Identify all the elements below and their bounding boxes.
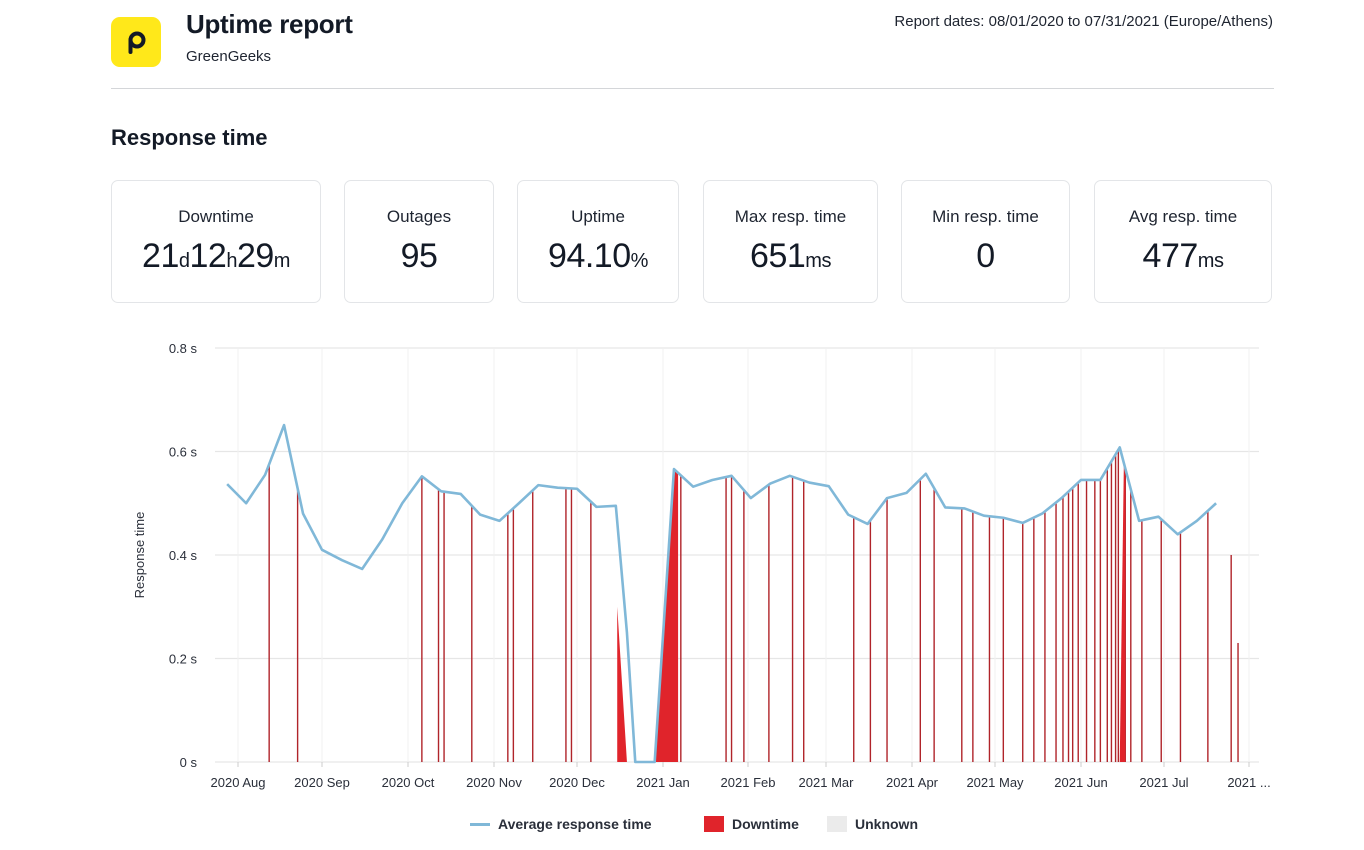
x-tick-label: 2021 Jan xyxy=(636,775,690,790)
x-tick-label: 2020 Oct xyxy=(382,775,435,790)
header-divider xyxy=(111,88,1274,89)
y-tick-label: 0.6 s xyxy=(169,445,198,460)
x-tick-label: 2021 Mar xyxy=(799,775,855,790)
legend-label: Average response time xyxy=(498,816,652,832)
chart-legend: Average response time Downtime Unknown xyxy=(0,816,1364,836)
legend-line-swatch xyxy=(470,822,490,826)
x-tick-label: 2021 Jun xyxy=(1054,775,1108,790)
stat-label: Outages xyxy=(386,207,452,226)
stat-label: Avg resp. time xyxy=(1128,207,1238,226)
average-response-line xyxy=(226,423,1217,764)
stat-unit: % xyxy=(630,250,649,272)
stat-label: Uptime xyxy=(571,207,625,226)
x-tick-label: 2021 Feb xyxy=(721,775,776,790)
y-tick-label: 0.8 s xyxy=(169,341,198,356)
stat-value: 651ms xyxy=(704,237,877,276)
stat-unit: m xyxy=(273,250,291,272)
report-title: Uptime report xyxy=(186,9,353,39)
stat-number: 21 xyxy=(142,237,179,275)
stat-card-max-resp-time: Max resp. time 651ms xyxy=(703,180,878,303)
x-tick-label: 2020 Dec xyxy=(549,775,605,790)
stat-unit: h xyxy=(226,250,237,272)
stat-value: 477ms xyxy=(1095,237,1271,276)
y-tick-label: 0.4 s xyxy=(169,548,198,563)
stat-number: 651 xyxy=(750,237,806,275)
stat-number: 94.10 xyxy=(548,237,631,275)
stat-label: Min resp. time xyxy=(932,207,1039,226)
x-tick-label: 2021 Apr xyxy=(886,775,939,790)
stat-card-outages: Outages 95 xyxy=(344,180,494,303)
legend-label: Downtime xyxy=(732,816,799,832)
stat-number: 12 xyxy=(189,237,227,275)
legend-box-swatch xyxy=(827,816,847,832)
stat-card-min-resp-time: Min resp. time 0 xyxy=(901,180,1070,303)
stat-label: Downtime xyxy=(178,207,254,226)
stat-number: 29 xyxy=(236,237,274,275)
x-tick-label: 2021 ... xyxy=(1227,775,1270,790)
x-tick-label: 2021 Jul xyxy=(1139,775,1188,790)
stat-label: Max resp. time xyxy=(734,207,847,226)
app-logo xyxy=(111,17,161,67)
downtime-area xyxy=(1119,461,1126,762)
stat-unit: ms xyxy=(1197,250,1224,272)
stat-value: 95 xyxy=(345,237,493,276)
legend-label: Unknown xyxy=(855,816,918,832)
legend-item-average[interactable]: Average response time xyxy=(470,816,652,832)
x-tick-label: 2020 Sep xyxy=(294,775,350,790)
stat-value: 21d12h29m xyxy=(112,237,320,276)
y-tick-label: 0.2 s xyxy=(169,652,198,667)
report-dates: Report dates: 08/01/2020 to 07/31/2021 (… xyxy=(894,13,1273,30)
x-tick-label: 2021 May xyxy=(966,775,1024,790)
x-tick-label: 2020 Nov xyxy=(466,775,522,790)
response-time-chart: 0 s 0.2 s 0.4 s 0.6 s 0.8 s 2020 Aug 2020 Sep 2… xyxy=(132,341,1271,790)
stat-number: 95 xyxy=(400,237,438,275)
logo-p-icon xyxy=(128,31,146,54)
stat-number: 0 xyxy=(976,237,995,275)
stat-value: 0 xyxy=(902,237,1069,276)
legend-item-unknown[interactable]: Unknown xyxy=(827,816,918,832)
section-title: Response time xyxy=(111,125,268,150)
stat-card-uptime: Uptime 94.10% xyxy=(517,180,679,303)
stat-card-downtime: Downtime 21d12h29m xyxy=(111,180,321,303)
stat-card-avg-resp-time: Avg resp. time 477ms xyxy=(1094,180,1272,303)
legend-item-downtime[interactable]: Downtime xyxy=(704,816,799,832)
y-axis-label: Response time xyxy=(132,512,147,599)
y-tick-label: 0 s xyxy=(180,755,198,770)
legend-box-swatch xyxy=(704,816,724,832)
stat-value: 94.10% xyxy=(518,237,678,276)
monitor-name: GreenGeeks xyxy=(186,48,272,65)
stat-number: 477 xyxy=(1142,237,1199,275)
x-tick-label: 2020 Aug xyxy=(211,775,266,790)
stat-unit: ms xyxy=(805,250,831,272)
stat-unit: d xyxy=(178,250,190,272)
